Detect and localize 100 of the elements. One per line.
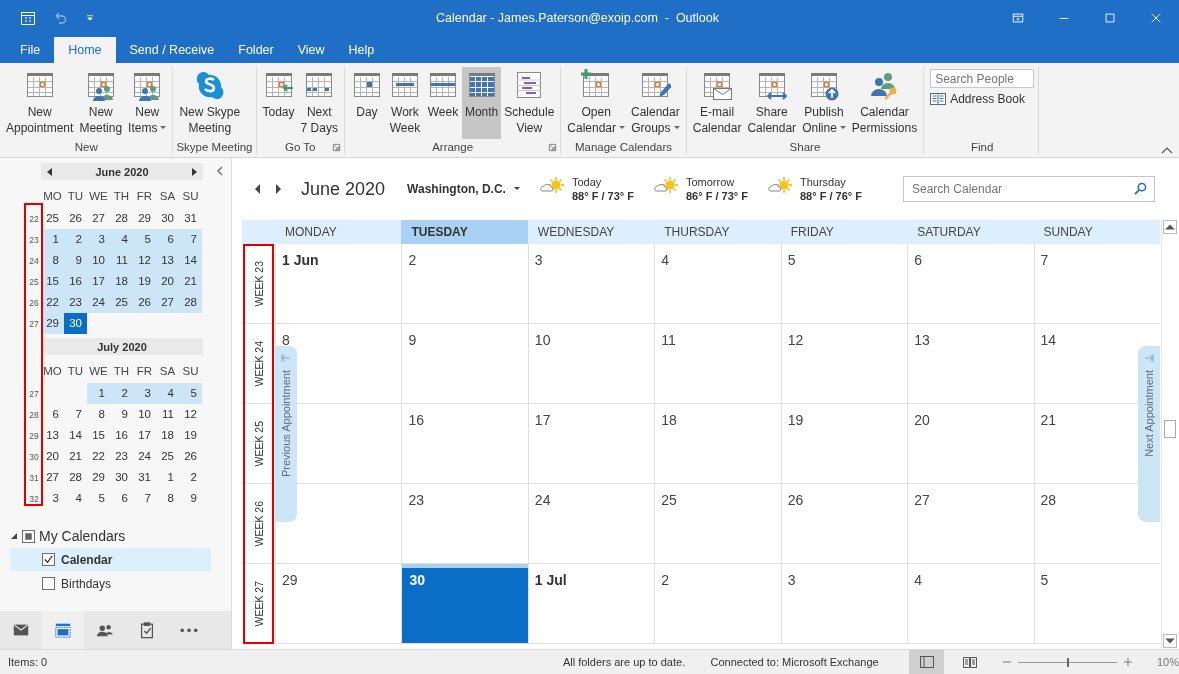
collapse-pane-icon[interactable] <box>216 166 224 176</box>
day-number[interactable]: 1 Jul <box>534 572 567 588</box>
date-cell[interactable]: 31 <box>133 467 156 488</box>
date-cell[interactable]: 7 <box>179 229 202 250</box>
date-cell[interactable]: 17 <box>87 271 110 292</box>
date-cell[interactable]: 5 <box>87 488 110 509</box>
date-cell[interactable]: 16 <box>64 271 87 292</box>
day-number[interactable]: 23 <box>408 492 424 508</box>
date-cell[interactable]: 12 <box>133 250 156 271</box>
date-cell[interactable]: 7 <box>133 488 156 509</box>
calendar-folder[interactable]: Birthdays <box>10 572 211 595</box>
date-cell[interactable]: 12 <box>179 404 202 425</box>
date-cell[interactable]: 6 <box>110 488 133 509</box>
nav-button[interactable] <box>42 611 84 649</box>
day-number[interactable]: 27 <box>914 492 930 508</box>
ribbon-button[interactable]: Open Calendar <box>564 67 628 139</box>
ribbon-button[interactable]: E-mail Calendar <box>689 67 745 139</box>
day-number[interactable]: 19 <box>787 412 804 428</box>
date-cell[interactable]: 19 <box>133 271 156 292</box>
date-cell[interactable]: 29 <box>87 467 110 488</box>
date-cell[interactable]: 4 <box>64 488 87 509</box>
appointment-tab[interactable]: Next Appointment <box>1138 346 1160 522</box>
date-cell[interactable]: 25 <box>110 292 133 313</box>
date-cell[interactable]: 14 <box>179 250 202 271</box>
day-number[interactable]: 12 <box>787 332 804 348</box>
date-cell[interactable]: 30 <box>64 313 87 334</box>
date-cell[interactable]: 9 <box>110 404 133 425</box>
next-icon[interactable] <box>275 184 281 194</box>
date-cell[interactable]: 24 <box>87 292 110 313</box>
ribbon-tab[interactable]: Home <box>54 37 116 63</box>
date-cell[interactable]: 3 <box>41 488 64 509</box>
day-number[interactable]: 8 <box>282 332 290 348</box>
date-cell[interactable]: 21 <box>179 271 202 292</box>
date-cell[interactable]: 11 <box>156 404 179 425</box>
day-number[interactable]: 3 <box>534 252 543 268</box>
day-number[interactable]: 21 <box>1040 412 1057 428</box>
date-cell[interactable]: 5 <box>133 229 156 250</box>
date-cell[interactable]: 14 <box>64 425 87 446</box>
date-cell[interactable]: 29 <box>133 208 156 229</box>
date-cell[interactable]: 29 <box>41 313 64 334</box>
date-cell[interactable]: 11 <box>110 250 133 271</box>
next-month-icon[interactable] <box>190 167 197 176</box>
day-number[interactable]: 5 <box>1040 572 1049 588</box>
day-number[interactable]: 1 Jun <box>282 252 319 268</box>
ribbon-tab[interactable]: File <box>10 37 51 63</box>
address-book-button[interactable]: Address Book <box>930 92 1035 106</box>
ribbon-tab[interactable]: View <box>287 37 335 63</box>
ribbon-button[interactable]: New Items <box>125 67 170 139</box>
date-cell[interactable]: 1 <box>87 383 110 404</box>
ribbon-button[interactable]: Month <box>461 67 502 139</box>
ribbon-button[interactable]: New Meeting <box>76 67 126 139</box>
search-people-field[interactable]: Search People <box>930 69 1035 88</box>
day-number[interactable]: 3 <box>787 572 796 588</box>
date-cell[interactable]: 8 <box>41 250 64 271</box>
appointment-tab[interactable]: Previous Appointment <box>275 346 297 522</box>
day-number[interactable]: 14 <box>1040 332 1057 348</box>
date-cell[interactable]: 28 <box>179 292 202 313</box>
day-number[interactable]: 6 <box>914 252 922 268</box>
date-cell[interactable]: 31 <box>179 208 202 229</box>
day-number[interactable]: 2 <box>661 572 670 588</box>
date-cell[interactable]: 27 <box>87 208 110 229</box>
calendar-folder[interactable]: Calendar <box>10 548 211 571</box>
date-cell[interactable]: 25 <box>41 208 64 229</box>
day-number[interactable]: 13 <box>914 332 930 348</box>
day-number[interactable]: 4 <box>661 252 670 268</box>
date-cell[interactable]: 24 <box>133 446 156 467</box>
date-cell[interactable]: 1 <box>156 467 179 488</box>
date-cell[interactable]: 28 <box>110 208 133 229</box>
date-cell[interactable]: 4 <box>156 383 179 404</box>
search-calendar-field[interactable]: Search Calendar <box>903 176 1155 202</box>
ribbon-button[interactable]: Share Calendar <box>744 67 800 139</box>
date-cell[interactable]: 26 <box>64 208 87 229</box>
date-cell[interactable]: 18 <box>110 271 133 292</box>
day-number[interactable]: 16 <box>408 412 424 428</box>
scroll-up-icon[interactable] <box>1163 220 1177 234</box>
date-cell[interactable]: 1 <box>41 229 64 250</box>
date-cell[interactable]: 10 <box>133 404 156 425</box>
date-cell[interactable]: 18 <box>156 425 179 446</box>
day-number[interactable]: 20 <box>914 412 930 428</box>
previous-icon[interactable] <box>255 184 261 194</box>
date-cell[interactable]: 13 <box>41 425 64 446</box>
launcher-icon[interactable] <box>548 143 558 152</box>
ribbon-button[interactable]: Day <box>347 67 386 139</box>
date-cell[interactable]: 26 <box>179 446 202 467</box>
day-number[interactable]: 17 <box>534 412 551 428</box>
date-cell[interactable]: 25 <box>156 446 179 467</box>
date-cell[interactable]: 20 <box>41 446 64 467</box>
date-cell[interactable]: 23 <box>64 292 87 313</box>
view-button[interactable] <box>908 650 945 674</box>
day-number[interactable]: 29 <box>282 572 298 588</box>
date-cell[interactable]: 2 <box>64 229 87 250</box>
scroll-down-icon[interactable] <box>1163 634 1177 648</box>
day-number[interactable]: 11 <box>661 332 676 348</box>
ribbon-button[interactable]: New Appointment <box>3 67 77 139</box>
day-number[interactable]: 24 <box>534 492 551 508</box>
day-number[interactable]: 18 <box>661 412 677 428</box>
date-cell[interactable]: 21 <box>64 446 87 467</box>
date-cell[interactable]: 30 <box>110 467 133 488</box>
date-cell[interactable]: 17 <box>133 425 156 446</box>
date-cell[interactable]: 28 <box>64 467 87 488</box>
